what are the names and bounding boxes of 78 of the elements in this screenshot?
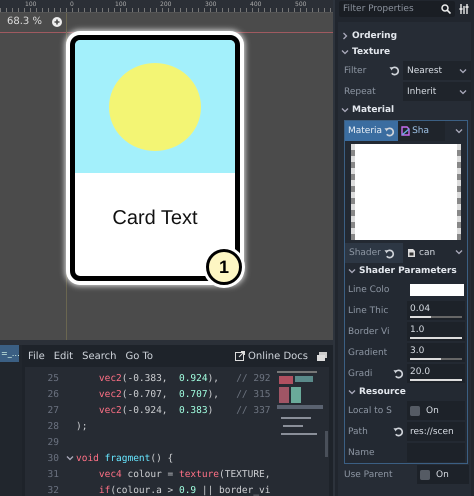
line-number: 26 [46,388,60,400]
checkbox[interactable]: On [417,465,469,484]
menu-item[interactable]: Search [82,350,116,362]
section-header[interactable]: Shader Parameters [345,263,467,279]
dropdown[interactable]: Inherit [403,82,471,101]
menu-item[interactable]: Edit [54,350,74,362]
line-number: 29 [46,436,60,448]
code-line: void fragment() { [76,452,174,464]
zoom-in-icon[interactable] [52,16,62,26]
property-label: Filter [344,66,368,76]
property-label: Shader [349,248,381,258]
code-line: vec2(-0.924, 0.383) // 337 [98,404,271,416]
zoom-label[interactable]: 68.3 % [7,16,42,27]
property-label: Line Thic [348,306,390,316]
section-header[interactable]: Ordering [338,28,471,44]
property-label: Repeat [344,86,377,96]
revert-icon[interactable] [384,248,395,258]
section-header[interactable]: Material [338,102,471,118]
revert-icon[interactable] [389,65,400,76]
chevron-down-icon[interactable] [348,267,356,275]
line-number: 28 [46,420,60,432]
code-line: if(colour.a > 0.9 || border_vi [98,484,270,496]
search-icon [441,4,451,14]
slider-field[interactable]: 0.04 [407,301,465,320]
slider-field[interactable]: 20.0 [407,364,465,383]
menu-item[interactable]: File [28,350,45,362]
card-text: Card Text [112,207,198,230]
property-label: Gradient [348,348,388,358]
property-label: Border Vi [348,326,390,336]
chevron-down-icon[interactable] [348,388,356,396]
code-line: vec4 colour = texture(TEXTURE, [98,468,270,480]
chevron-down-icon[interactable] [66,454,74,462]
code-editor[interactable]: 25 vec2(-0.383, 0.924), // 292 26 vec2(-0.707, 0.707), // 315 27 vec2(-0.924, 0.383) // 337 28 ); 29 30 void fragment() { 31 vec4 colour = texture(TEXTURE, 32 if(colour.a > 0.9 || border_vi [25,367,329,496]
revert-icon[interactable] [393,426,404,437]
section-header[interactable]: Resource [345,384,467,400]
code-line: vec2(-0.707, 0.707), // 315 [98,388,271,400]
chevron-down-icon[interactable] [455,248,463,256]
property-label: Line Colo [348,284,390,294]
chevron-right-icon[interactable] [341,32,349,40]
file-icon [407,248,416,258]
revert-icon[interactable] [393,368,404,379]
count-badge: 1 [206,249,242,285]
line-number: 32 [46,484,60,496]
resource-tab[interactable]: Sha [398,121,445,141]
property-label: Name [348,448,376,458]
color-swatch[interactable] [410,284,464,296]
property-label: Use Parent [344,470,394,480]
property-label: Local to S [348,406,390,416]
line-number: 30 [46,452,60,464]
dropdown[interactable]: Nearest [403,61,471,80]
shader-dropdown[interactable]: can [403,248,467,258]
code-line: vec2(-0.383, 0.924), // 292 [98,372,271,384]
chevron-down-icon[interactable] [459,66,467,74]
section-header[interactable]: Texture [338,44,471,60]
chevron-down-icon[interactable] [341,48,349,56]
filter-field[interactable]: Filter Properties [339,1,455,17]
chevron-down-icon[interactable] [455,127,463,135]
slider-field[interactable]: 1.0 [407,322,465,341]
script-tab[interactable]: =_… [0,345,19,362]
shader-icon [401,126,410,136]
code-line: ); [76,420,88,432]
sort-icon[interactable] [459,3,470,15]
online-docs-link[interactable]: Online Docs [235,350,308,362]
line-number: 31 [46,468,60,480]
checkbox[interactable]: On [407,401,465,420]
path-field[interactable]: res://scen [407,422,465,441]
chevron-down-icon[interactable] [459,88,467,96]
windows-icon[interactable] [317,352,327,360]
name-field[interactable] [407,443,465,462]
chevron-down-icon[interactable] [341,106,349,114]
menu-item[interactable]: Go To [125,350,154,362]
slider-field[interactable]: 3.0 [407,343,465,362]
property-label: Path [348,426,369,436]
line-number: 27 [46,404,60,416]
external-link-icon [235,351,246,361]
property-label: Gradi [348,368,374,378]
line-number: 25 [46,372,60,384]
resource-tab[interactable]: Materia [345,121,398,141]
